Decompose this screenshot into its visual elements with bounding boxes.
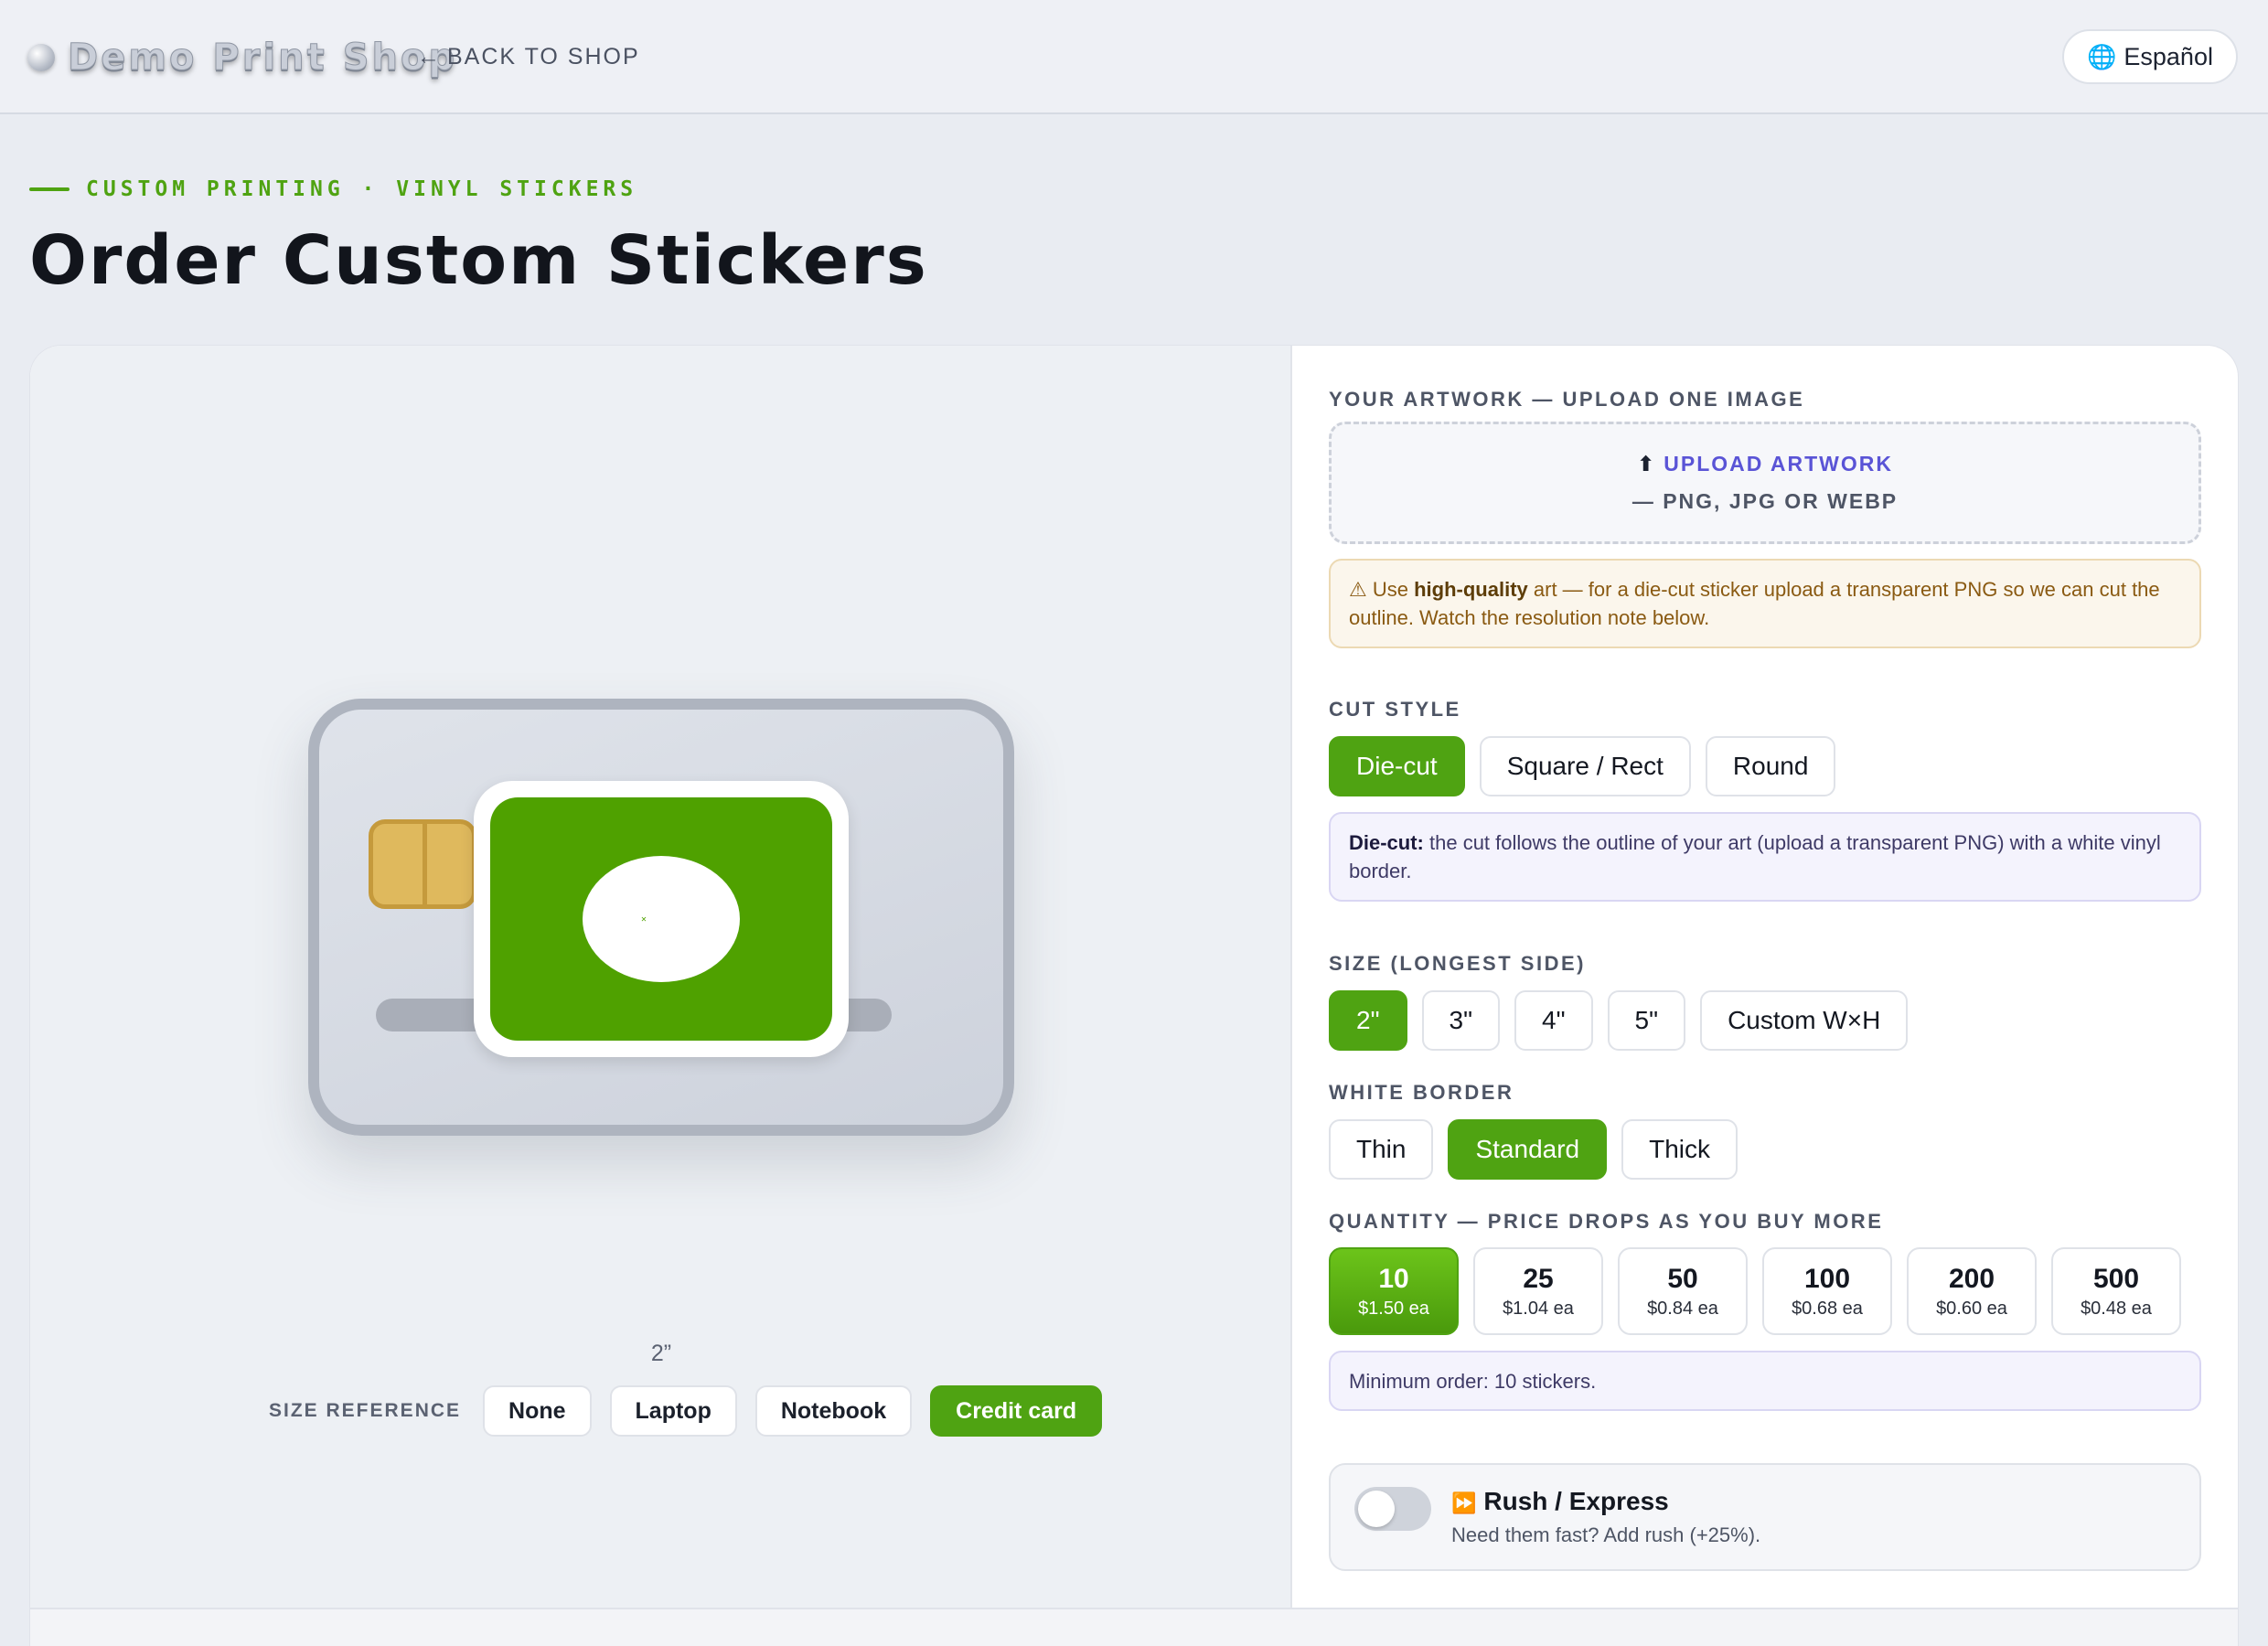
sticker-artwork-oval: ✕: [583, 856, 740, 982]
quantity-value: 25: [1523, 1263, 1554, 1294]
quantity-25-button[interactable]: 25 $1.04 ea: [1473, 1247, 1603, 1335]
warning-bold: high-quality: [1414, 578, 1528, 601]
card-footer: [30, 1608, 2238, 1646]
brand-logo-icon: [27, 44, 55, 71]
options-pane: YOUR ARTWORK — UPLOAD ONE IMAGE ⬆ UPLOAD …: [1329, 346, 2201, 1608]
size-2-button[interactable]: 2": [1329, 990, 1407, 1051]
warning-pre: Use: [1372, 578, 1415, 601]
sticker-preview: ✕: [474, 781, 849, 1057]
quantity-value: 100: [1803, 1263, 1851, 1294]
quantity-label: QUANTITY — PRICE DROPS AS YOU BUY MORE: [1329, 1210, 1884, 1233]
cut-square-rect-button[interactable]: Square / Rect: [1479, 736, 1691, 796]
quantity-value: 500: [2092, 1263, 2140, 1294]
size-4-button[interactable]: 4": [1514, 990, 1593, 1051]
quantity-options: 10 $1.50 ea 25 $1.04 ea 50 $0.84 ea 100 …: [1329, 1247, 2181, 1335]
artwork-label: YOUR ARTWORK — UPLOAD ONE IMAGE: [1329, 388, 1805, 411]
quantity-50-button[interactable]: 50 $0.84 ea: [1618, 1247, 1748, 1335]
back-to-shop-link[interactable]: ← BACK TO SHOP: [417, 42, 640, 71]
white-border-options: Thin Standard Thick: [1329, 1119, 1738, 1180]
quantity-price: $0.84 ea: [1647, 1298, 1718, 1319]
size-custom-button[interactable]: Custom W×H: [1700, 990, 1909, 1051]
size-ref-none-button[interactable]: None: [483, 1385, 592, 1437]
size-3-button[interactable]: 3": [1421, 990, 1501, 1051]
quality-warning: ⚠ Use high-quality art — for a die-cut s…: [1329, 559, 2201, 648]
cut-info-bold: Die-cut:: [1349, 831, 1424, 854]
size-label: SIZE (LONGEST SIDE): [1329, 952, 1586, 975]
upload-artwork-label: UPLOAD ARTWORK: [1664, 452, 1893, 476]
rush-description: Need them fast? Add rush (+25%).: [1451, 1523, 1761, 1546]
upload-formats: — PNG, JPG OR WEBP: [1631, 489, 1899, 513]
border-thick-button[interactable]: Thick: [1621, 1119, 1738, 1180]
quantity-value: 200: [1948, 1263, 1995, 1294]
size-reference-label: SIZE REFERENCE: [269, 1400, 462, 1421]
back-to-shop-label: BACK TO SHOP: [447, 43, 640, 69]
arrow-left-icon: ←: [417, 43, 442, 69]
quantity-price: $0.60 ea: [1936, 1298, 2007, 1319]
eyebrow-line: [29, 187, 70, 191]
size-options: 2" 3" 4" 5" Custom W×H: [1329, 990, 1909, 1051]
quantity-200-button[interactable]: 200 $0.60 ea: [1907, 1247, 2037, 1335]
upload-artwork-dropzone[interactable]: ⬆ UPLOAD ARTWORK — PNG, JPG OR WEBP: [1329, 422, 2201, 544]
eyebrow-text: CUSTOM PRINTING · VINYL STICKERS: [86, 177, 638, 201]
quantity-price: $0.68 ea: [1792, 1298, 1863, 1319]
quantity-value: 50: [1667, 1263, 1698, 1294]
cut-style-info: Die-cut: the cut follows the outline of …: [1329, 812, 2201, 902]
top-bar: Demo Print Shop ← BACK TO SHOP 🌐 Español: [0, 0, 2268, 114]
order-card: 2” SIZE REFERENCE None Laptop Notebook C…: [30, 346, 2238, 1646]
language-switch-button[interactable]: 🌐 Español: [2062, 29, 2238, 84]
upload-artwork-button[interactable]: ⬆ UPLOAD ARTWORK: [1637, 452, 1893, 476]
size-caption-text: 2”: [650, 1341, 672, 1366]
border-standard-button[interactable]: Standard: [1448, 1119, 1608, 1180]
language-label: Español: [2124, 42, 2213, 70]
size-reference-bar: SIZE REFERENCE None Laptop Notebook Cred…: [269, 1385, 1103, 1437]
size-caption: 2”: [30, 1341, 1292, 1367]
quantity-500-button[interactable]: 500 $0.48 ea: [2051, 1247, 2181, 1335]
upload-icon: ⬆: [1636, 452, 1657, 476]
cut-die-cut-button[interactable]: Die-cut: [1329, 736, 1465, 796]
quantity-price: $1.04 ea: [1503, 1298, 1574, 1319]
minimum-order-text: Minimum order: 10 stickers.: [1349, 1370, 1597, 1393]
globe-icon: 🌐: [2087, 42, 2117, 70]
cut-style-label: CUT STYLE: [1329, 698, 1461, 721]
rush-option: ⏩ Rush / Express Need them fast? Add rush…: [1329, 1463, 2201, 1571]
cut-info-text: the cut follows the outline of your art …: [1349, 831, 2161, 882]
fast-forward-icon: ⏩: [1451, 1491, 1477, 1514]
page-title: Order Custom Stickers: [29, 221, 928, 300]
brand-logo[interactable]: Demo Print Shop: [27, 35, 457, 80]
card-chip-icon: [369, 819, 476, 909]
white-border-label: WHITE BORDER: [1329, 1081, 1514, 1104]
sticker-artwork: ✕: [490, 797, 832, 1041]
warning-icon: ⚠: [1349, 578, 1367, 601]
size-5-button[interactable]: 5": [1607, 990, 1686, 1051]
rush-title: ⏩ Rush / Express: [1451, 1487, 1669, 1516]
quantity-price: $0.48 ea: [2081, 1298, 2152, 1319]
brand-name: Demo Print Shop: [67, 37, 458, 80]
quantity-price: $1.50 ea: [1358, 1298, 1429, 1319]
cut-round-button[interactable]: Round: [1705, 736, 1836, 796]
rush-toggle[interactable]: [1354, 1487, 1431, 1531]
sticker-mark-icon: ✕: [640, 914, 647, 924]
size-ref-notebook-button[interactable]: Notebook: [754, 1385, 913, 1437]
quantity-10-button[interactable]: 10 $1.50 ea: [1329, 1247, 1459, 1335]
size-ref-laptop-button[interactable]: Laptop: [609, 1385, 737, 1437]
quantity-value: 10: [1378, 1263, 1409, 1294]
rush-toggle-knob: [1358, 1491, 1395, 1527]
rush-title-text: Rush / Express: [1483, 1487, 1669, 1515]
size-ref-credit-card-button[interactable]: Credit card: [930, 1385, 1103, 1437]
minimum-order-note: Minimum order: 10 stickers.: [1329, 1351, 2201, 1411]
cut-style-options: Die-cut Square / Rect Round: [1329, 736, 1836, 796]
quantity-100-button[interactable]: 100 $0.68 ea: [1762, 1247, 1892, 1335]
eyebrow: CUSTOM PRINTING · VINYL STICKERS: [29, 176, 637, 203]
border-thin-button[interactable]: Thin: [1329, 1119, 1434, 1180]
